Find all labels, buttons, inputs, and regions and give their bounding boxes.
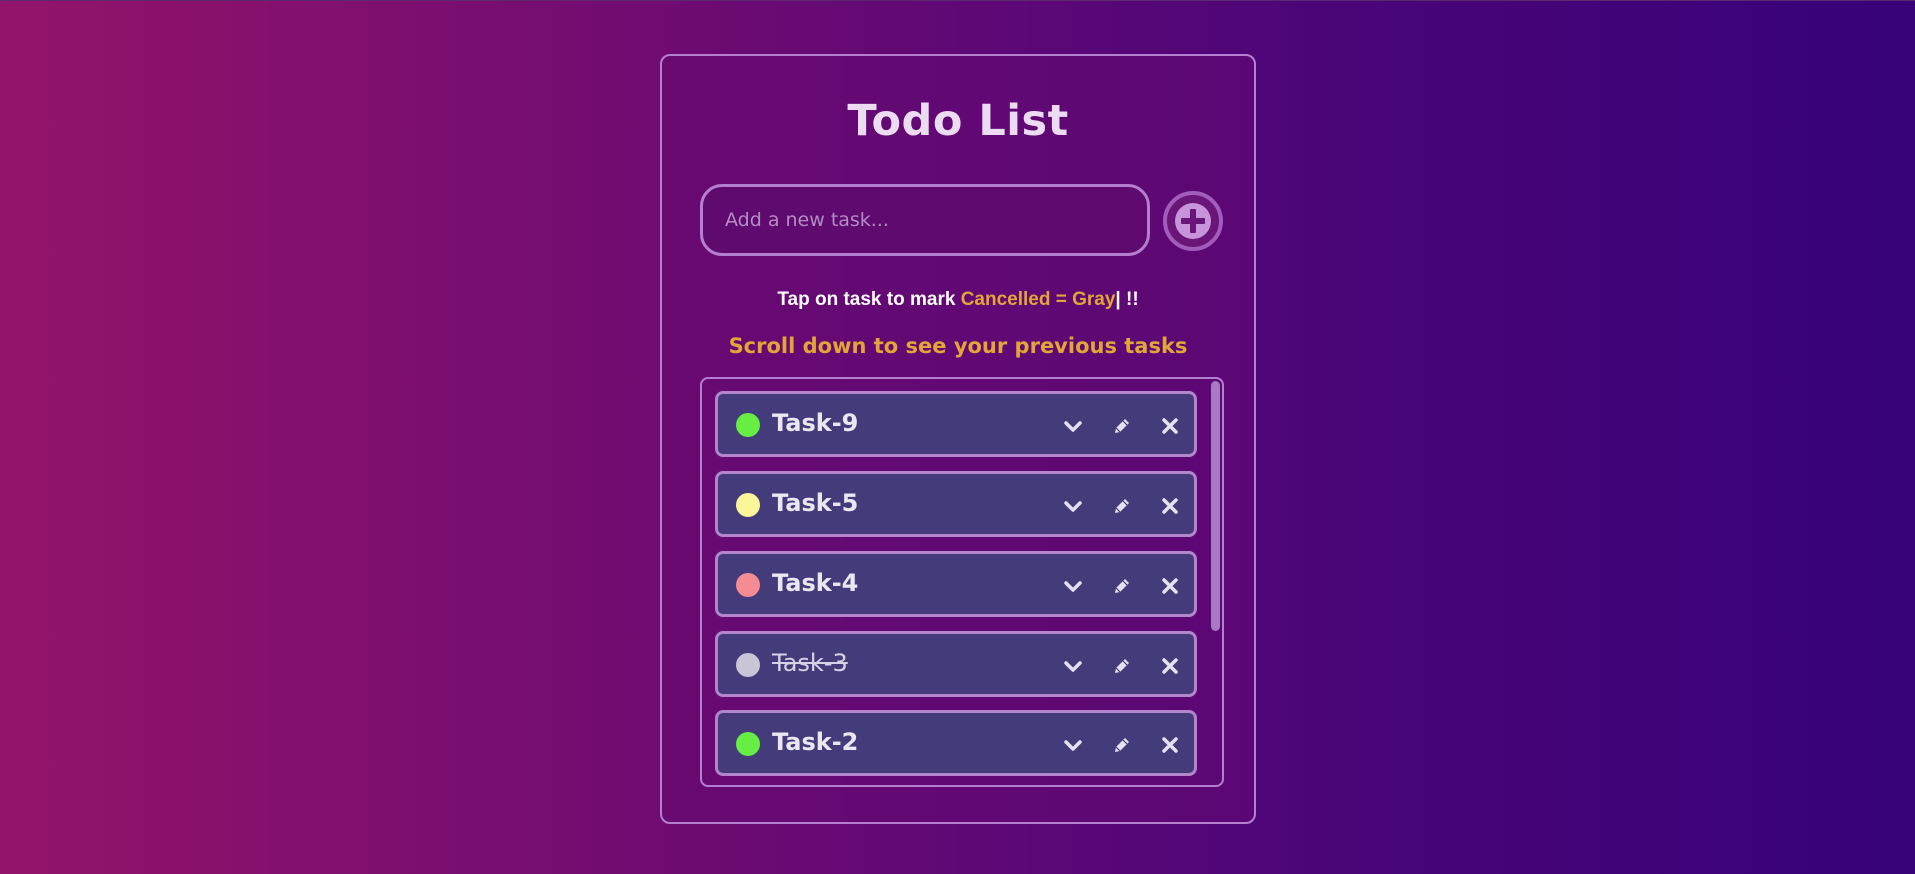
task-item[interactable]: Task-2 [715,710,1197,776]
add-task-button[interactable] [1163,191,1223,251]
scroll-hint: Scroll down to see your previous tasks [728,334,1188,358]
task-status-dot [736,732,760,756]
close-icon [1162,498,1178,514]
task-delete-button[interactable] [1157,732,1183,758]
todo-card: Todo List Tap on task to mark Cancelled … [660,54,1256,824]
task-item[interactable]: Task-5 [715,471,1197,537]
chevron-down-icon [1064,581,1082,592]
task-label: Task-2 [772,728,859,756]
close-icon [1162,737,1178,753]
task-edit-button[interactable] [1109,653,1135,679]
task-expand-button[interactable] [1060,653,1086,679]
task-delete-button[interactable] [1157,493,1183,519]
task-expand-button[interactable] [1060,493,1086,519]
task-expand-button[interactable] [1060,413,1086,439]
pencil-icon [1115,499,1129,513]
task-delete-button[interactable] [1157,413,1183,439]
task-label: Task-9 [772,409,859,437]
page-title: Todo List [847,96,1069,146]
pencil-icon [1115,738,1129,752]
instruction-text: Tap on task to mark Cancelled = Gray| !! [662,289,1254,311]
close-icon [1162,658,1178,674]
task-item[interactable]: Task-9 [715,391,1197,457]
task-edit-button[interactable] [1109,732,1135,758]
instruction-prefix: Tap on task to mark [777,289,961,310]
task-status-dot [736,413,760,437]
task-label: Task-5 [772,489,859,517]
task-label: Task-3 [772,649,848,677]
task-edit-button[interactable] [1109,573,1135,599]
task-status-dot [736,493,760,517]
task-label: Task-4 [772,569,859,597]
task-status-dot [736,653,760,677]
task-edit-button[interactable] [1109,493,1135,519]
task-delete-button[interactable] [1157,573,1183,599]
task-expand-button[interactable] [1060,732,1086,758]
task-delete-button[interactable] [1157,653,1183,679]
instruction-suffix: | !! [1115,289,1139,310]
close-icon [1162,418,1178,434]
task-expand-button[interactable] [1060,573,1086,599]
task-item[interactable]: Task-4 [715,551,1197,617]
top-border-line [0,0,1915,1]
chevron-down-icon [1064,661,1082,672]
task-status-dot [736,573,760,597]
chevron-down-icon [1064,740,1082,751]
task-item[interactable]: Task-3 [715,631,1197,697]
pencil-icon [1115,419,1129,433]
pencil-icon [1115,579,1129,593]
chevron-down-icon [1064,421,1082,432]
plus-circle-icon [1175,203,1211,239]
chevron-down-icon [1064,501,1082,512]
task-edit-button[interactable] [1109,413,1135,439]
close-icon [1162,578,1178,594]
task-list: Task-9 Task-5 Task-4 Task-3 Task-2 [700,377,1224,787]
pencil-icon [1115,659,1129,673]
instruction-highlight: Cancelled = Gray [960,289,1116,310]
task-list-scrollbar[interactable] [1211,381,1220,631]
new-task-input[interactable] [700,184,1150,256]
